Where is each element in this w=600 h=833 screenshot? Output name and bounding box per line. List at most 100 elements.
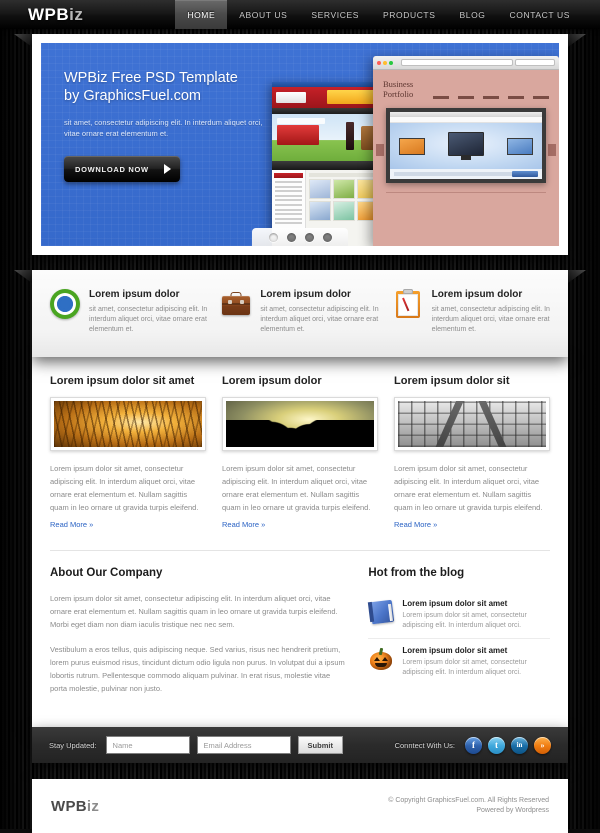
rss-icon[interactable]: » <box>534 736 551 754</box>
clipboard-icon <box>393 289 423 319</box>
feature-title: Lorem ipsum dolor <box>260 289 351 300</box>
site-footer: WPBiz © Copyright GraphicsFuel.com. All … <box>32 779 568 833</box>
connect-label: Conntect With Us: <box>394 740 455 750</box>
about-paragraph-2: Vestibulum a eros tellus, quis adipiscin… <box>50 645 345 693</box>
feature-item-2: Lorem ipsum dolor sit amet, consectetur … <box>221 289 379 335</box>
portfolio-menu-item <box>433 96 449 99</box>
blog-item-text: Lorem ipsum dolor sit amet Lorem ipsum d… <box>402 599 550 631</box>
nav-item-home[interactable]: HOME <box>175 0 228 29</box>
read-more-link[interactable]: Read More » <box>50 520 93 529</box>
download-button-label: DOWNLOAD NOW <box>75 164 149 174</box>
briefcase-icon <box>221 289 251 319</box>
blog-item-title: Lorem ipsum dolor sit amet <box>402 599 508 608</box>
post-thumbnail[interactable] <box>50 397 206 451</box>
mockup-sidebar-line <box>275 208 302 211</box>
nav-item-about-us[interactable]: ABOUT US <box>227 0 299 29</box>
inner-laptop-right <box>507 138 533 155</box>
email-input[interactable]: Email Address <box>196 736 291 754</box>
inner-monitor <box>448 132 484 156</box>
window-maximize-icon <box>389 60 393 65</box>
footer-logo[interactable]: WPBiz <box>51 798 99 815</box>
hero-title: WPBiz Free PSD Template by GraphicsFuel.… <box>64 69 264 105</box>
slider-dot-3[interactable] <box>304 232 314 242</box>
crowd-silhouette-image <box>226 401 374 447</box>
read-more-link[interactable]: Read More » <box>222 520 265 529</box>
about-heading: About Our Company <box>50 567 163 579</box>
arrow-right-icon <box>164 164 171 174</box>
newsletter-label: Stay Updated: <box>49 740 97 750</box>
portfolio-menu-item <box>483 96 499 99</box>
name-input[interactable]: Name <box>105 736 190 754</box>
portfolio-prev-arrow <box>376 144 384 156</box>
feature-item-3: Lorem ipsum dolor sit amet, consectetur … <box>393 289 550 335</box>
portfolio-menu-item <box>458 96 474 99</box>
facebook-icon[interactable]: f <box>465 736 482 754</box>
blog-item-excerpt: Lorem ipsum dolor sit amet, consectetur … <box>402 612 527 629</box>
post-excerpt: Lorem ipsum dolor sit amet, consectetur … <box>50 464 199 512</box>
powered-by-text: Powered by Wordpress <box>476 807 549 814</box>
mockup-product-bottle <box>346 122 354 150</box>
post-column-2: Lorem ipsum dolor Lorem ipsum dolor sit … <box>222 375 378 532</box>
inner-hero-stage <box>390 123 542 169</box>
business-portfolio-mockup: Business Portfolio <box>373 56 559 246</box>
blog-list-item[interactable]: Lorem ipsum dolor sit amet Lorem ipsum d… <box>368 592 550 638</box>
blog-list-item[interactable]: Lorem ipsum dolor sit amet Lorem ipsum d… <box>368 638 550 685</box>
slider-dot-4[interactable] <box>322 232 332 242</box>
feature-item-1: Lorem ipsum dolor sit amet, consectetur … <box>50 289 207 335</box>
mockup-product-cell <box>333 179 355 199</box>
mockup-logo <box>276 92 306 103</box>
nav-item-products[interactable]: PRODUCTS <box>371 0 448 29</box>
copyright-text: © Copyright GraphicsFuel.com. All Rights… <box>388 797 549 804</box>
mockup-sidebar-line <box>275 213 302 216</box>
mockup-sidebar-line <box>275 181 302 183</box>
slider-pagination <box>252 228 348 246</box>
page-stage: WPBiz Free PSD Template by GraphicsFuel.… <box>14 34 586 763</box>
inner-footer-text <box>394 172 512 176</box>
slider-dot-2[interactable] <box>286 232 296 242</box>
post-thumbnail[interactable] <box>222 397 378 451</box>
mockup-product-cell <box>333 201 355 221</box>
mockup-sidebar-line <box>275 199 302 202</box>
submit-button[interactable]: Submit <box>297 736 343 754</box>
book-icon <box>368 599 395 625</box>
slider-dot-1[interactable] <box>268 232 278 242</box>
read-more-link[interactable]: Read More » <box>394 520 437 529</box>
post-excerpt: Lorem ipsum dolor sit amet, consectetur … <box>394 464 543 512</box>
newsletter-bar: Stay Updated: Name Email Address Submit … <box>32 727 568 763</box>
portfolio-featured-screenshot <box>386 108 546 183</box>
top-navigation-bar: WPB iz HOME ABOUT US SERVICES PRODUCTS BL… <box>0 0 600 29</box>
social-links: Conntect With Us: f t in » <box>394 736 551 754</box>
mockup-sidebar-line <box>275 203 302 206</box>
post-column-1: Lorem ipsum dolor sit amet Lorem ipsum d… <box>50 375 206 532</box>
nav-item-blog[interactable]: BLOG <box>448 0 498 29</box>
site-logo[interactable]: WPB iz <box>0 0 83 29</box>
lower-columns: About Our Company Lorem ipsum dolor sit … <box>50 567 550 707</box>
portfolio-menu-item <box>508 96 524 99</box>
linkedin-icon[interactable]: in <box>511 736 528 754</box>
twitter-icon[interactable]: t <box>488 736 505 754</box>
section-divider <box>50 550 550 551</box>
main-content-panel: Lorem ipsum dolor sit amet Lorem ipsum d… <box>32 357 568 727</box>
mockup-dark-strip <box>272 161 384 170</box>
window-minimize-icon <box>383 60 387 65</box>
browser-chrome <box>373 56 559 70</box>
post-columns: Lorem ipsum dolor sit amet Lorem ipsum d… <box>50 375 550 532</box>
pumpkin-icon <box>368 646 394 672</box>
footer-logo-bold: WPB <box>51 797 87 815</box>
blog-item-excerpt: Lorem ipsum dolor sit amet, consectetur … <box>402 659 527 676</box>
download-now-button[interactable]: DOWNLOAD NOW <box>64 156 180 182</box>
hero-slide: WPBiz Free PSD Template by GraphicsFuel.… <box>41 43 559 246</box>
nav-item-contact-us[interactable]: CONTACT US <box>498 0 582 29</box>
post-thumbnail[interactable] <box>394 397 550 451</box>
logo-light-text: iz <box>69 4 84 24</box>
mockup-sale-banner <box>272 114 384 161</box>
blog-item-text: Lorem ipsum dolor sit amet Lorem ipsum d… <box>402 646 550 678</box>
feature-description: sit amet, consectetur adipiscing elit. I… <box>89 306 208 333</box>
mockup-sidebar-heading <box>274 173 303 178</box>
mockup-title-banner <box>327 90 379 104</box>
window-close-icon <box>377 60 381 65</box>
post-column-3: Lorem ipsum dolor sit Lorem ipsum dolor … <box>394 375 550 532</box>
post-title: Lorem ipsum dolor <box>222 375 322 387</box>
nav-item-services[interactable]: SERVICES <box>299 0 371 29</box>
feature-text: Lorem ipsum dolor sit amet, consectetur … <box>89 289 207 335</box>
